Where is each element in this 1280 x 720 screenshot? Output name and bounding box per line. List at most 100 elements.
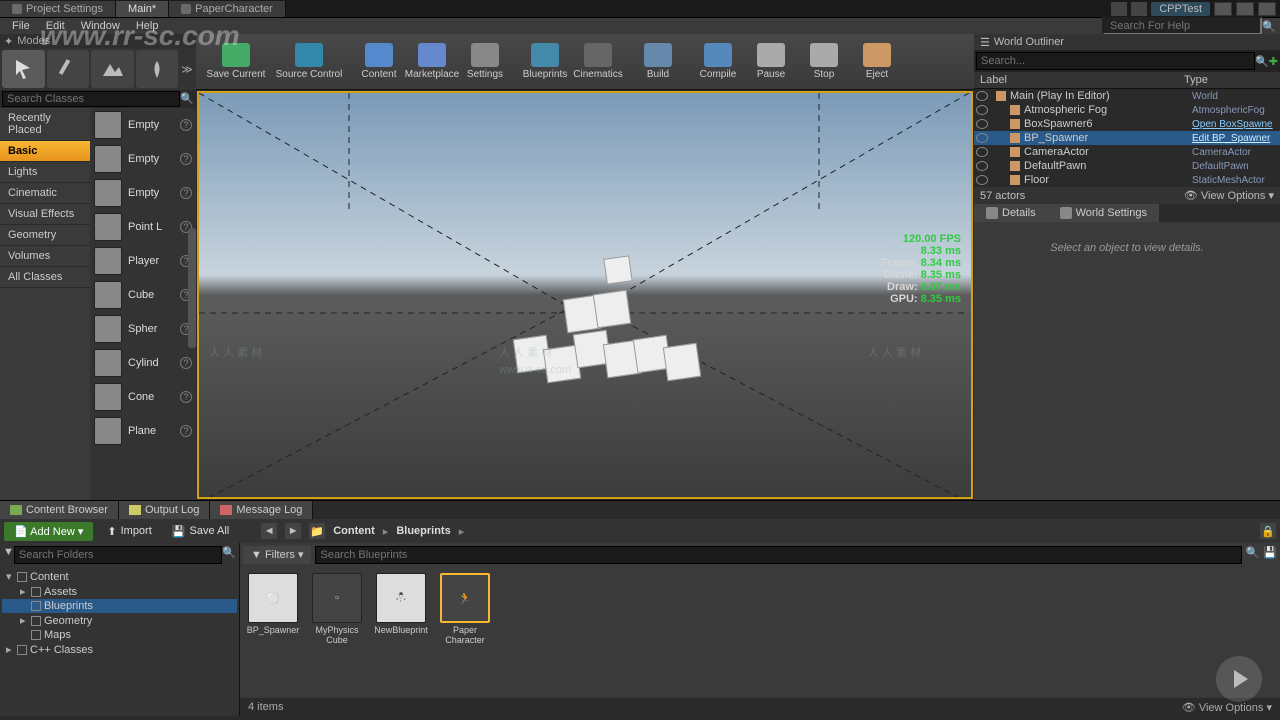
mode-landscape[interactable] [91,50,134,88]
placer-spher[interactable]: Spher? [90,312,196,346]
menu-help[interactable]: Help [128,19,167,33]
source-control-button[interactable]: Source Control [273,37,345,87]
eject-button[interactable]: Eject [851,37,903,87]
tab-main[interactable]: Main* [116,1,169,17]
add-icon[interactable]: ✚ [1269,55,1278,68]
search-classes-input[interactable] [2,91,180,107]
content-button[interactable]: Content [353,37,405,87]
visibility-icon[interactable] [976,175,988,185]
placer-empty[interactable]: Empty? [90,142,196,176]
filter-icon[interactable]: ▼ [3,546,14,564]
placer-cylind[interactable]: Cylind? [90,346,196,380]
build-button[interactable]: Build [632,37,684,87]
search-icon[interactable]: 🔍 [1246,546,1260,564]
tab-project-settings[interactable]: Project Settings [0,1,116,17]
filters-button[interactable]: ▼ Filters ▾ [243,546,311,564]
asset-newblueprint[interactable]: ⛄NewBlueprint [374,573,428,692]
tree-geometry[interactable]: ▸Geometry [2,613,237,628]
mode-place[interactable] [2,50,45,88]
import-button[interactable]: ⬆ Import [101,523,157,540]
mode-paint[interactable] [47,50,90,88]
outliner-row[interactable]: BoxSpawner6Open BoxSpawne [974,117,1280,131]
cat-volumes[interactable]: Volumes [0,246,90,267]
cat-visual-effects[interactable]: Visual Effects [0,204,90,225]
menu-window[interactable]: Window [73,19,128,33]
minimize-button[interactable] [1214,2,1232,16]
outliner-row[interactable]: FloorStaticMeshActor [974,173,1280,187]
cinematics-button[interactable]: Cinematics [572,37,624,87]
outliner-search-input[interactable] [976,52,1255,70]
search-icon[interactable]: 🔍 [1262,20,1276,33]
info-icon[interactable]: ? [180,187,192,199]
info-icon[interactable]: ? [180,119,192,131]
maximize-button[interactable] [1236,2,1254,16]
placer-player[interactable]: Player? [90,244,196,278]
menu-edit[interactable]: Edit [38,19,73,33]
add-new-button[interactable]: 📄 Add New ▾ [4,522,93,541]
outliner-row[interactable]: Atmospheric FogAtmosphericFog [974,103,1280,117]
asset-myphysics-cube[interactable]: ▫MyPhysics Cube [310,573,364,692]
placer-cone[interactable]: Cone? [90,380,196,414]
stop-button[interactable]: Stop [798,37,850,87]
asset-bp_spawner[interactable]: ⚪BP_Spawner [246,573,300,692]
breadcrumb-content[interactable]: Content [333,525,375,537]
search-folders-input[interactable] [14,546,222,564]
visibility-icon[interactable] [976,147,988,157]
cat-geometry[interactable]: Geometry [0,225,90,246]
save-all-button[interactable]: 💾 Save All [166,523,235,540]
notif-icon[interactable] [1111,2,1127,16]
search-icon[interactable]: 🔍 [180,92,194,106]
info-icon[interactable]: ? [180,391,192,403]
scrollbar[interactable] [188,228,196,348]
tab-details[interactable]: Details [974,204,1048,222]
nav-fwd-button[interactable]: ► [285,523,301,539]
tab-content-browser[interactable]: Content Browser [0,501,119,519]
info-icon[interactable]: ? [180,153,192,165]
tab-world-settings[interactable]: World Settings [1048,204,1159,222]
cat-basic[interactable]: Basic [0,141,90,162]
lock-icon[interactable]: 🔒 [1260,523,1276,539]
tab-message-log[interactable]: Message Log [210,501,313,519]
nav-back-button[interactable]: ◄ [261,523,277,539]
viewport[interactable]: 120.00 FPS 8.33 ms Frame: 8.34 ms Game: … [197,91,973,499]
tree-assets[interactable]: ▸Assets [2,584,237,599]
cat-lights[interactable]: Lights [0,162,90,183]
mode-foliage[interactable] [136,50,179,88]
outliner-row[interactable]: Main (Play In Editor)World [974,89,1280,103]
cat-recently-placed[interactable]: Recently Placed [0,108,90,141]
search-icon[interactable]: 🔍 [222,546,236,564]
breadcrumb-blueprints[interactable]: Blueprints [396,525,450,537]
visibility-icon[interactable] [976,161,988,171]
search-blueprints-input[interactable] [315,546,1241,564]
blueprints-button[interactable]: Blueprints [519,37,571,87]
info-icon[interactable]: ? [180,357,192,369]
placer-plane[interactable]: Plane? [90,414,196,448]
outliner-row[interactable]: BP_SpawnerEdit BP_Spawner [974,131,1280,145]
placer-point l[interactable]: Point L? [90,210,196,244]
tree-blueprints[interactable]: Blueprints [2,599,237,613]
view-options-button[interactable]: 👁 View Options ▾ [1184,189,1274,202]
menu-file[interactable]: File [4,19,38,33]
tree-cpp-classes[interactable]: ▸C++ Classes [2,642,237,657]
visibility-icon[interactable] [976,133,988,143]
asset-paper-character[interactable]: 🏃Paper Character [438,573,492,692]
info-icon[interactable]: ? [180,425,192,437]
tab-papercharacter[interactable]: PaperCharacter [169,1,286,17]
cloud-icon[interactable] [1131,2,1147,16]
pause-button[interactable]: Pause [745,37,797,87]
video-play-overlay[interactable] [1216,656,1262,702]
cat-all-classes[interactable]: All Classes [0,267,90,288]
save-icon[interactable]: 💾 [1263,546,1277,564]
cb-view-options[interactable]: 👁 View Options ▾ [1182,701,1272,714]
tree-maps[interactable]: Maps [2,628,237,642]
marketplace-button[interactable]: Marketplace [406,37,458,87]
visibility-icon[interactable] [976,105,988,115]
tab-output-log[interactable]: Output Log [119,501,210,519]
outliner-row[interactable]: DefaultPawnDefaultPawn [974,159,1280,173]
placer-empty[interactable]: Empty? [90,176,196,210]
nav-folder-icon[interactable]: 📁 [309,523,325,539]
save-current-button[interactable]: Save Current [200,37,272,87]
placer-cube[interactable]: Cube? [90,278,196,312]
compile-button[interactable]: Compile [692,37,744,87]
mode-more[interactable]: ≫ [180,63,194,76]
